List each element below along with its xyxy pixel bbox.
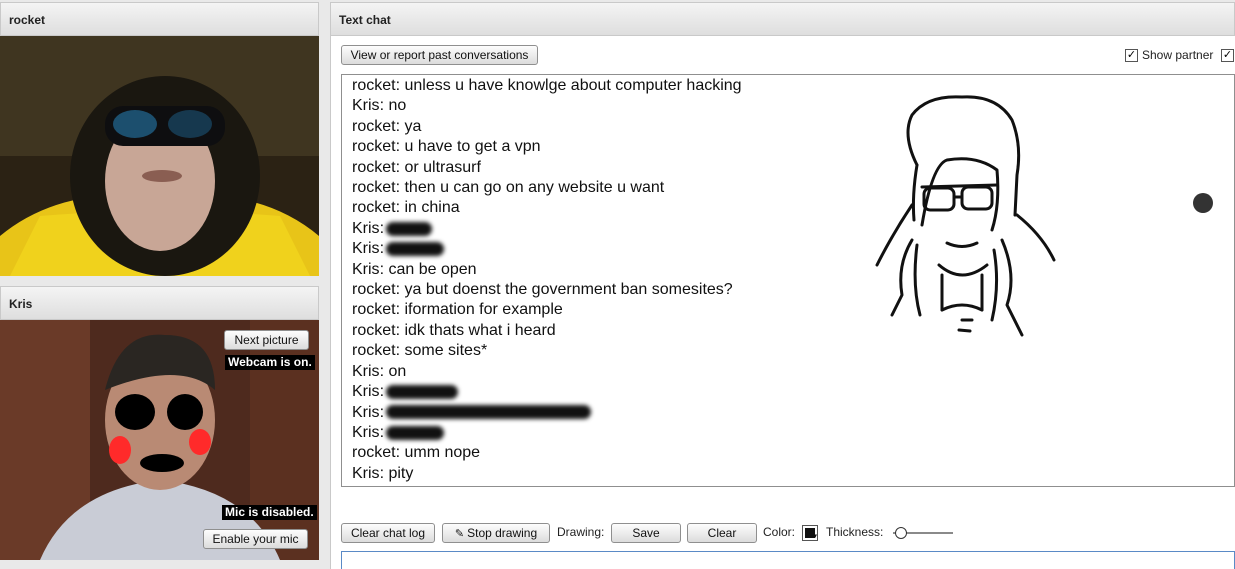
message-user: Kris — [352, 383, 380, 401]
message-user: Kris — [352, 260, 380, 278]
message-separator: : — [379, 383, 385, 401]
message-text: unless u have knowlge about computer hac… — [400, 77, 742, 94]
message-text: idk thats what i heard — [400, 321, 556, 339]
chat-message: Kris: — [342, 403, 1234, 423]
kris-panel-header: Kris — [0, 286, 319, 320]
redacted-text — [386, 405, 592, 420]
message-user: Kris — [352, 97, 380, 115]
text-chat-title: Text chat — [339, 13, 391, 27]
redacted-text — [386, 242, 445, 257]
message-user: Kris — [352, 240, 380, 258]
message-text: umm nope — [400, 444, 481, 462]
rocket-webcam-image — [0, 36, 319, 276]
message-user: rocket — [352, 179, 396, 197]
chat-log[interactable]: rocket: unless u have knowlge about comp… — [341, 74, 1235, 487]
message-user: Kris — [352, 423, 380, 441]
slider-thumb[interactable] — [895, 527, 907, 539]
chat-input[interactable] — [341, 551, 1235, 569]
partner-drawing-canvas[interactable] — [822, 75, 1235, 375]
message-user: rocket — [352, 158, 396, 176]
message-text: no — [384, 97, 407, 115]
message-user: rocket — [352, 77, 396, 94]
message-user: rocket — [352, 199, 396, 217]
drawing-label: Drawing: — [557, 525, 605, 539]
chat-message: Kris: — [342, 382, 1234, 402]
show-partner-checkbox[interactable]: ✓ — [1125, 49, 1138, 62]
chat-message: rocket: umm nope — [342, 443, 1234, 463]
message-separator: : — [379, 403, 385, 421]
redacted-text — [386, 425, 445, 440]
text-chat-header: Text chat — [330, 2, 1235, 36]
message-user: Kris — [352, 219, 380, 237]
message-user: Kris — [352, 464, 380, 482]
message-user: Kris — [352, 403, 380, 421]
redacted-text — [386, 221, 433, 236]
rocket-panel-title: rocket — [9, 13, 46, 27]
message-text: pity — [384, 464, 414, 482]
message-user: rocket — [352, 342, 396, 360]
message-user: rocket — [352, 281, 396, 299]
extra-checkbox[interactable]: ✓ — [1221, 49, 1234, 62]
message-text: in china — [400, 199, 460, 217]
webcam-status-label: Webcam is on. — [225, 355, 315, 370]
message-text: can be open — [384, 260, 477, 278]
message-text: on — [384, 362, 407, 380]
mic-status-label: Mic is disabled. — [222, 505, 317, 520]
message-separator: : — [379, 423, 385, 441]
message-user: Kris — [352, 362, 380, 380]
thickness-label: Thickness: — [826, 525, 884, 539]
rocket-panel-header: rocket — [0, 2, 319, 36]
pencil-icon: ✎ — [454, 528, 468, 540]
message-text: ya but doenst the government ban somesit… — [400, 281, 733, 299]
color-label: Color: — [763, 525, 796, 539]
show-partner-label: Show partner — [1142, 48, 1214, 62]
color-picker[interactable]: ▾ — [802, 525, 818, 541]
message-separator: : — [379, 219, 385, 237]
redacted-text — [386, 384, 459, 399]
next-picture-button[interactable]: Next picture — [224, 330, 309, 350]
message-text: u have to get a vpn — [400, 138, 541, 156]
message-user: rocket — [352, 444, 396, 462]
kris-panel-title: Kris — [9, 297, 33, 311]
rocket-webcam-video — [0, 36, 319, 276]
message-text: ya — [400, 117, 422, 135]
chat-message: Kris: pity — [342, 464, 1234, 484]
message-user: rocket — [352, 321, 396, 339]
thickness-slider[interactable] — [893, 527, 953, 539]
message-text: some sites* — [400, 342, 488, 360]
enable-mic-button[interactable]: Enable your mic — [203, 529, 308, 549]
stop-drawing-label: Stop drawing — [467, 526, 538, 540]
message-text: or ultrasurf — [400, 158, 481, 176]
view-past-conversations-button[interactable]: View or report past conversations — [341, 45, 538, 65]
message-user: rocket — [352, 117, 396, 135]
message-separator: : — [379, 240, 385, 258]
chat-message: Kris: — [342, 423, 1234, 443]
save-drawing-button[interactable]: Save — [611, 523, 681, 543]
message-user: rocket — [352, 301, 396, 319]
message-user: rocket — [352, 138, 396, 156]
clear-chat-log-button[interactable]: Clear chat log — [341, 523, 435, 543]
stop-drawing-button[interactable]: ✎ Stop drawing — [442, 523, 550, 543]
message-text: iformation for example — [400, 301, 563, 319]
chevron-down-icon: ▾ — [813, 533, 817, 540]
clear-drawing-button[interactable]: Clear — [687, 523, 757, 543]
message-text: then u can go on any website u want — [400, 179, 665, 197]
